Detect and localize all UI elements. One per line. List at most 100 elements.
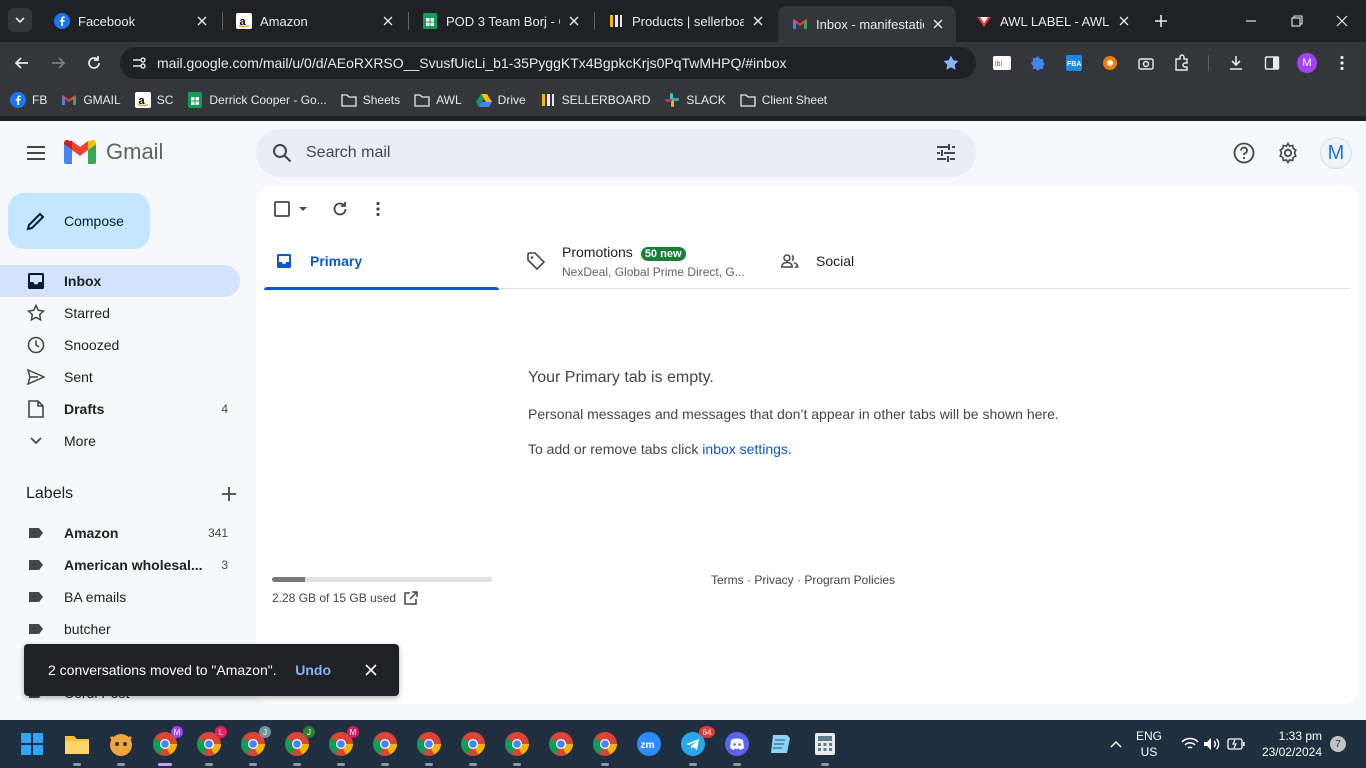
start-button[interactable]: [18, 730, 46, 758]
bookmark-sc[interactable]: a SC: [134, 92, 173, 108]
taskbar-calculator[interactable]: [811, 730, 839, 766]
sidebar-item-sent[interactable]: Sent: [0, 361, 240, 393]
tab-primary[interactable]: Primary: [264, 233, 499, 290]
show-hidden-icons-button[interactable]: [1102, 730, 1130, 758]
extension-icon-label[interactable]: lbl: [992, 53, 1012, 73]
minimize-window-button[interactable]: [1240, 10, 1262, 32]
bookmark-slack[interactable]: SLACK: [664, 92, 726, 108]
main-menu-button[interactable]: [24, 141, 48, 165]
browser-profile-avatar[interactable]: M: [1297, 53, 1317, 73]
bookmark-gmail[interactable]: GMAIL: [61, 92, 121, 108]
taskbar-telegram[interactable]: 64: [679, 726, 715, 766]
tab-social[interactable]: Social: [780, 233, 854, 289]
refresh-button[interactable]: [332, 199, 348, 219]
footer-links[interactable]: Terms · Privacy · Program Policies: [711, 573, 895, 587]
settings-button[interactable]: [1276, 141, 1300, 165]
sidebar-item-drafts[interactable]: Drafts 4: [0, 393, 240, 425]
battery-status[interactable]: [1222, 730, 1250, 758]
browser-tab-amazon[interactable]: a Amazon: [222, 0, 406, 42]
sidebar-item-more[interactable]: More: [0, 425, 240, 457]
sidebar-item-starred[interactable]: Starred: [0, 297, 240, 329]
taskbar-zoom[interactable]: zm: [635, 730, 663, 758]
label-item-ba-emails[interactable]: BA emails: [0, 581, 240, 613]
address-bar[interactable]: mail.google.com/mail/u/0/d/AEoRXRSO__Svu…: [120, 47, 976, 79]
site-info-icon[interactable]: [124, 55, 154, 71]
undo-button[interactable]: Undo: [295, 662, 331, 678]
browser-tab-facebook[interactable]: Facebook: [40, 0, 220, 42]
taskbar-notepad[interactable]: [767, 730, 795, 758]
account-avatar[interactable]: M: [1320, 137, 1352, 169]
search-icon[interactable]: [258, 143, 306, 163]
taskbar-chrome-profile-6[interactable]: [415, 730, 443, 766]
close-tab-icon[interactable]: [194, 13, 210, 29]
taskbar-discord[interactable]: [723, 730, 751, 766]
forward-button[interactable]: [46, 51, 70, 75]
more-actions-button[interactable]: [376, 199, 380, 219]
open-external-icon[interactable]: [404, 591, 418, 605]
side-panel-icon[interactable]: [1262, 53, 1282, 73]
compose-button[interactable]: Compose: [8, 193, 150, 249]
taskbar-chrome-profile-7[interactable]: [459, 730, 487, 766]
extension-icon-orange[interactable]: [1100, 53, 1120, 73]
bookmark-sellerboard[interactable]: SELLERBOARD: [540, 92, 650, 108]
bookmark-fb[interactable]: FB: [10, 92, 47, 108]
system-clock[interactable]: 1:33 pm 23/02/2024: [1256, 728, 1322, 760]
more-menu-icon[interactable]: [1332, 53, 1352, 73]
bookmark-drive[interactable]: Drive: [475, 92, 526, 108]
tab-search-button[interactable]: [8, 8, 32, 32]
new-tab-button[interactable]: [1150, 10, 1172, 32]
taskbar-app-cat[interactable]: [107, 730, 135, 766]
extension-icon-fba[interactable]: FBA: [1064, 53, 1084, 73]
restore-window-button[interactable]: [1286, 10, 1308, 32]
taskbar-chrome-profile-8[interactable]: [503, 730, 531, 766]
close-tab-icon[interactable]: [566, 13, 582, 29]
url-text[interactable]: mail.google.com/mail/u/0/d/AEoRXRSO__Svu…: [154, 55, 936, 71]
bookmark-folder-awl[interactable]: AWL: [414, 92, 462, 108]
taskbar-chrome-profile-10[interactable]: [591, 730, 619, 766]
close-tab-icon[interactable]: [380, 13, 396, 29]
taskbar-chrome-profile-m-active[interactable]: M: [151, 726, 183, 766]
input-language[interactable]: ENG US: [1136, 728, 1162, 760]
sidebar-item-inbox[interactable]: Inbox: [0, 265, 240, 297]
browser-tab-pod-sheet[interactable]: POD 3 Team Borj - Go: [408, 0, 592, 42]
label-item-butcher[interactable]: butcher: [0, 613, 240, 645]
browser-tab-sellerboard[interactable]: Products | sellerboard: [594, 0, 776, 42]
select-all-checkbox[interactable]: [274, 199, 310, 219]
taskbar-chrome-profile-9[interactable]: [547, 730, 575, 758]
close-tab-icon[interactable]: [930, 16, 946, 32]
search-input[interactable]: [306, 144, 922, 162]
close-window-button[interactable]: [1331, 10, 1353, 32]
extension-icon-puzzle-blue[interactable]: [1028, 53, 1048, 73]
caret-down-icon[interactable]: [296, 204, 310, 214]
taskbar-chrome-profile-m2[interactable]: M: [327, 726, 359, 766]
bookmark-folder-sheets[interactable]: Sheets: [341, 92, 400, 108]
label-item-american-wholesale[interactable]: American wholesal... 3: [0, 549, 240, 581]
extension-icon-camera[interactable]: [1136, 53, 1156, 73]
reload-button[interactable]: [82, 51, 106, 75]
close-tab-icon[interactable]: [750, 13, 766, 29]
add-label-icon[interactable]: [222, 487, 236, 501]
back-button[interactable]: [10, 51, 34, 75]
support-button[interactable]: [1232, 141, 1256, 165]
notification-count-badge[interactable]: 7: [1330, 736, 1346, 752]
close-tab-icon[interactable]: [1116, 13, 1132, 29]
bookmark-folder-client-sheet[interactable]: Client Sheet: [740, 92, 827, 108]
taskbar-chrome-profile-j[interactable]: J: [239, 726, 271, 766]
extensions-puzzle-icon[interactable]: [1172, 53, 1192, 73]
dismiss-snackbar-button[interactable]: [361, 660, 381, 680]
label-item-amazon[interactable]: Amazon 341: [0, 517, 240, 549]
gmail-logo[interactable]: Gmail: [64, 139, 163, 165]
browser-tab-awl-label[interactable]: AWL LABEL - AWL LA: [962, 0, 1142, 42]
bookmark-derrick-cooper[interactable]: Derrick Cooper - Go...: [187, 92, 327, 108]
taskbar-chrome-profile-5[interactable]: [371, 730, 399, 766]
taskbar-chrome-profile-l[interactable]: L: [195, 726, 227, 766]
taskbar-chrome-profile-j2[interactable]: J: [283, 726, 315, 766]
downloads-icon[interactable]: [1226, 53, 1246, 73]
bookmark-star-icon[interactable]: [936, 54, 966, 72]
sidebar-item-snoozed[interactable]: Snoozed: [0, 329, 240, 361]
browser-tab-gmail-inbox[interactable]: Inbox - manifestation: [778, 6, 956, 42]
tab-promotions[interactable]: Promotions 50 new NexDeal, Global Prime D…: [526, 233, 748, 289]
search-options-icon[interactable]: [922, 144, 970, 162]
taskbar-file-explorer[interactable]: [63, 730, 91, 766]
search-bar[interactable]: [256, 129, 976, 177]
